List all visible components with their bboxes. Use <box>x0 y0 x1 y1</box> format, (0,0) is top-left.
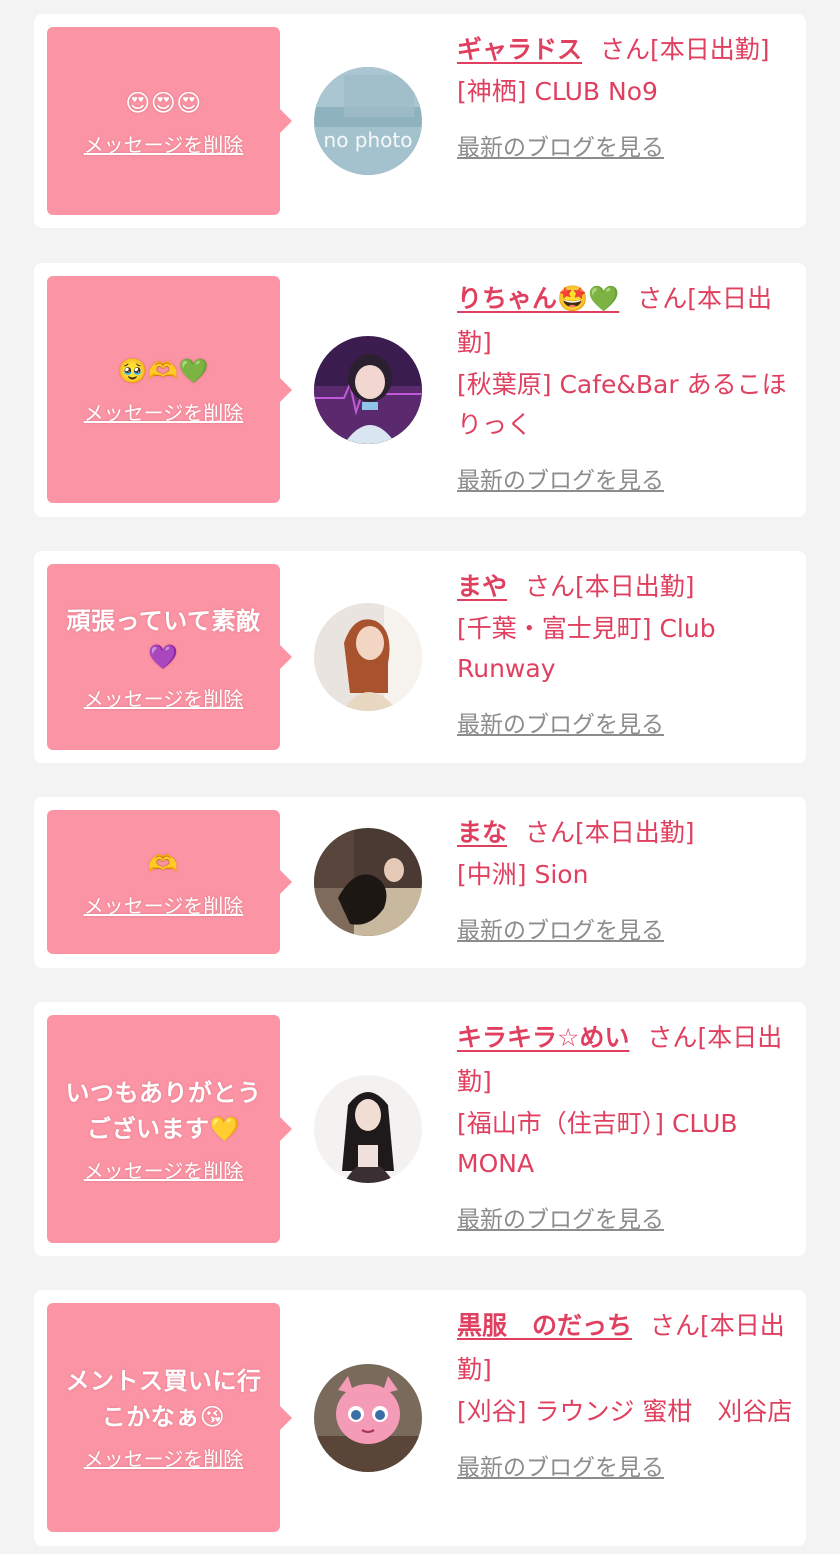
honorific: さん <box>650 1311 701 1340</box>
latest-blog-link[interactable]: 最新のブログを見る <box>457 459 664 503</box>
message-card: メントス買いに行こかなぁ😘 メッセージを削除 黒服 のだっち さん[本日出勤] [… <box>34 1290 806 1546</box>
message-text: 頑張っていて素敵💜 <box>66 606 261 671</box>
message-card: 🥹🫶💚 メッセージを削除 りちゃん🤩💚 さん[本日出勤] [秋葉原] Cafe&B… <box>34 263 806 517</box>
honorific: さん <box>600 35 651 64</box>
avatar[interactable] <box>314 828 422 936</box>
latest-blog-link[interactable]: 最新のブログを見る <box>457 703 664 747</box>
avatar[interactable]: no photo <box>314 67 422 175</box>
avatar[interactable] <box>314 336 422 444</box>
cast-name-link[interactable]: まや <box>457 572 507 601</box>
attendance-status: [本日出勤] <box>575 572 695 601</box>
cast-name-link[interactable]: キラキラ☆めい <box>457 1023 629 1052</box>
avatar[interactable] <box>314 1075 422 1183</box>
delete-message-link[interactable]: メッセージを削除 <box>84 1155 244 1184</box>
no-photo-label: no photo <box>324 128 413 152</box>
message-bubble: いつもありがとうございます💛 メッセージを削除 <box>47 1015 292 1243</box>
avatar[interactable] <box>314 603 422 711</box>
shop-name: [福山市（住吉町）] CLUB MONA <box>457 1109 738 1178</box>
cast-name-link[interactable]: まな <box>457 818 507 847</box>
honorific: さん <box>637 284 688 313</box>
cast-info: ギャラドス さん[本日出勤] [神栖] CLUB No9 最新のブログを見る <box>457 28 797 170</box>
message-bubble: 😍😍😍 メッセージを削除 <box>47 27 292 215</box>
shop-name: [千葉・富士見町] Club Runway <box>457 614 716 683</box>
message-text: 🥹🫶💚 <box>117 357 210 385</box>
message-text: メントス買いに行こかなぁ😘 <box>65 1367 262 1431</box>
honorific: さん <box>647 1023 698 1052</box>
latest-blog-link[interactable]: 最新のブログを見る <box>457 909 664 953</box>
latest-blog-link[interactable]: 最新のブログを見る <box>457 1446 664 1490</box>
honorific: さん <box>525 572 576 601</box>
cast-photo-image <box>314 828 422 936</box>
delete-message-link[interactable]: メッセージを削除 <box>84 683 244 712</box>
shop-name: [刈谷] ラウンジ 蜜柑 刈谷店 <box>457 1397 793 1426</box>
delete-message-link[interactable]: メッセージを削除 <box>84 129 244 158</box>
shop-name: [秋葉原] Cafe&Bar あるこほりっく <box>457 370 787 439</box>
delete-message-link[interactable]: メッセージを削除 <box>84 397 244 426</box>
message-bubble: 🥹🫶💚 メッセージを削除 <box>47 276 292 503</box>
avatar[interactable] <box>314 1364 422 1472</box>
cast-info: まな さん[本日出勤] [中洲] Sion 最新のブログを見る <box>457 811 797 953</box>
attendance-status: [本日出勤] <box>650 35 770 64</box>
message-text: 🫶 <box>148 849 179 878</box>
plush-toy-photo-image <box>314 1364 422 1472</box>
message-card: いつもありがとうございます💛 メッセージを削除 キラキラ☆めい さん[本日出勤] … <box>34 1002 806 1256</box>
message-bubble: 🫶 メッセージを削除 <box>47 810 292 954</box>
message-text: いつもありがとうございます💛 <box>65 1078 262 1143</box>
delete-message-link[interactable]: メッセージを削除 <box>84 1443 244 1472</box>
attendance-status: [本日出勤] <box>575 818 695 847</box>
cast-photo-image <box>314 1075 422 1183</box>
shop-name: [神栖] CLUB No9 <box>457 77 658 106</box>
cast-name-link[interactable]: ギャラドス <box>457 35 582 64</box>
message-text: 😍😍😍 <box>125 88 202 117</box>
cast-info: 黒服 のだっち さん[本日出勤] [刈谷] ラウンジ 蜜柑 刈谷店 最新のブログを… <box>457 1304 797 1490</box>
cast-name-link[interactable]: 黒服 のだっち <box>457 1311 632 1340</box>
message-card: 😍😍😍 メッセージを削除 no photo ギャラドス さん[本日出勤] [神栖]… <box>34 14 806 228</box>
message-bubble: メントス買いに行こかなぁ😘 メッセージを削除 <box>47 1303 292 1532</box>
no-photo-avatar-image: no photo <box>314 67 422 175</box>
cast-photo-image <box>314 603 422 711</box>
cast-photo-image <box>314 336 422 444</box>
latest-blog-link[interactable]: 最新のブログを見る <box>457 1198 664 1242</box>
message-card: 🫶 メッセージを削除 まな さん[本日出勤] [中洲] Sion 最新のブログを見… <box>34 797 806 968</box>
latest-blog-link[interactable]: 最新のブログを見る <box>457 126 664 170</box>
message-bubble: 頑張っていて素敵💜 メッセージを削除 <box>47 564 292 750</box>
cast-name-link[interactable]: りちゃん🤩💚 <box>457 284 619 313</box>
cast-info: りちゃん🤩💚 さん[本日出勤] [秋葉原] Cafe&Bar あるこほりっく 最新… <box>457 277 797 503</box>
message-list: 😍😍😍 メッセージを削除 no photo ギャラドス さん[本日出勤] [神栖]… <box>0 0 840 1554</box>
delete-message-link[interactable]: メッセージを削除 <box>84 890 244 919</box>
message-card: 頑張っていて素敵💜 メッセージを削除 まや さん[本日出勤] [千葉・富士見町] … <box>34 551 806 763</box>
honorific: さん <box>525 818 576 847</box>
cast-info: キラキラ☆めい さん[本日出勤] [福山市（住吉町）] CLUB MONA 最新の… <box>457 1016 797 1242</box>
cast-info: まや さん[本日出勤] [千葉・富士見町] Club Runway 最新のブログを… <box>457 565 797 747</box>
shop-name: [中洲] Sion <box>457 860 589 889</box>
